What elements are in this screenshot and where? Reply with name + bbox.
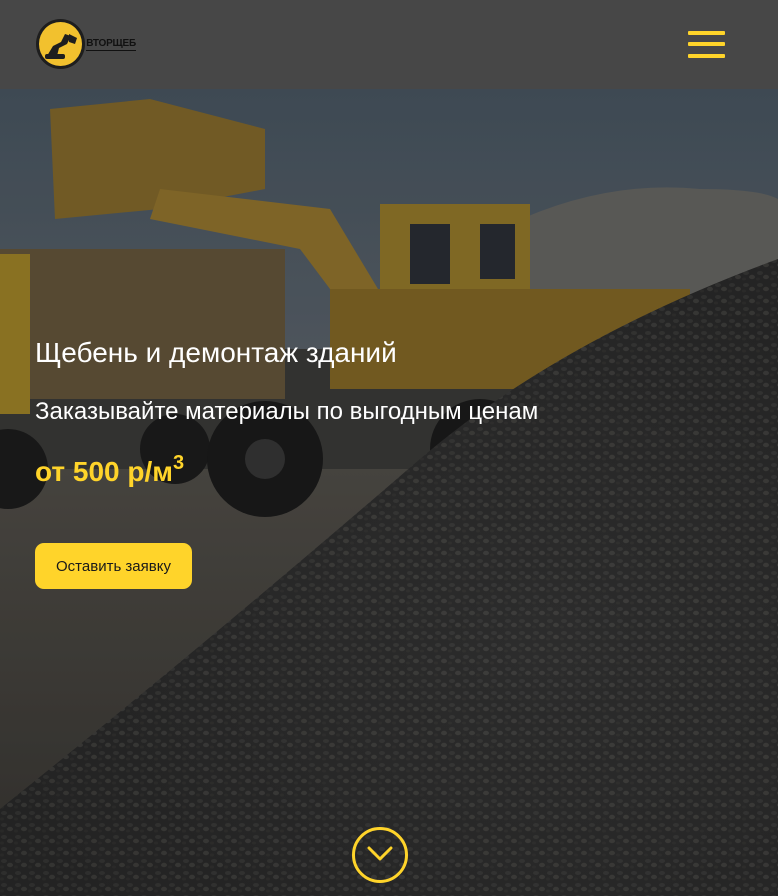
- chevron-down-circle-icon[interactable]: [352, 827, 408, 883]
- hamburger-menu-icon[interactable]: [688, 31, 725, 58]
- hero-subtitle: Заказывайте материалы по выгодным ценам: [35, 398, 539, 425]
- hero-price: от 500 р/м3: [35, 452, 184, 488]
- hero-section: Щебень и демонтаж зданий Заказывайте мат…: [0, 89, 778, 896]
- price-text: от 500 р/м: [35, 456, 173, 487]
- hero-title: Щебень и демонтаж зданий: [35, 337, 397, 368]
- request-button[interactable]: Оставить заявку: [35, 543, 192, 589]
- excavator-logo-icon: [36, 19, 86, 69]
- hero-background-image: [0, 89, 778, 896]
- logo-text: ВТОРЩЕБ: [86, 37, 136, 51]
- site-header: ВТОРЩЕБ: [0, 0, 778, 89]
- logo[interactable]: ВТОРЩЕБ: [36, 19, 136, 69]
- price-superscript: 3: [173, 452, 185, 474]
